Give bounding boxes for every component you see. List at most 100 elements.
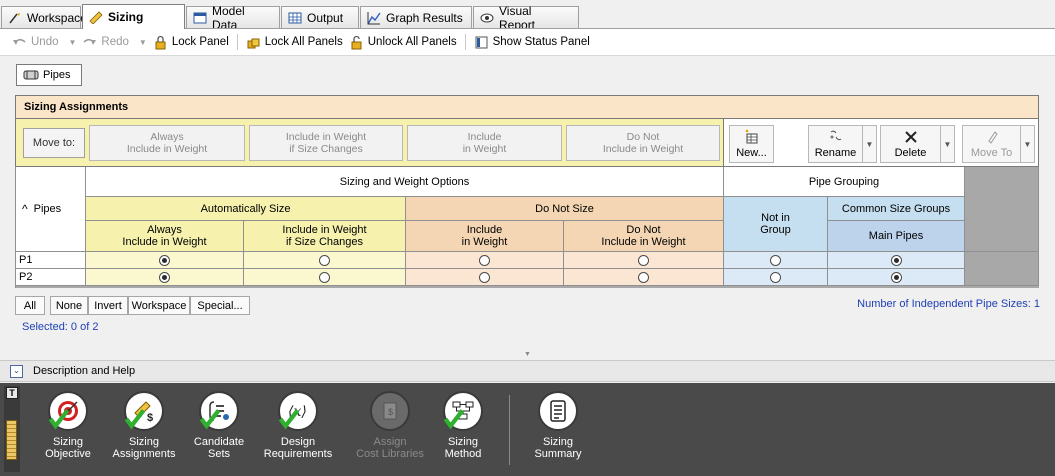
tab-label: Workspace [27,10,87,25]
header-label: Sizing and Weight Options [339,175,470,188]
assign-cost-libraries-button[interactable]: $ Assign Cost Libraries [348,391,432,471]
pipes-column-header[interactable]: ^ Pipes [16,167,86,252]
tab-model-data[interactable]: Model Data [186,4,280,32]
new-label: New... [736,147,767,159]
radio-button[interactable] [319,271,330,283]
delete-dropdown[interactable]: ▼ [941,125,955,163]
table-cell[interactable] [724,252,828,269]
target-icon [48,391,88,431]
undo-dropdown-icon[interactable]: ▼ [69,38,77,47]
col-include-if-changes[interactable]: Include in Weight if Size Changes [244,221,406,252]
radio-button[interactable] [890,254,902,266]
redo-dropdown-icon[interactable]: ▼ [139,38,147,47]
move-include-if-changes-button[interactable]: Include in Weight if Size Changes [249,125,403,161]
rename-group-button[interactable]: Rename [808,125,863,163]
move-to-dropdown[interactable]: ▼ [1021,125,1035,163]
selected-count: Selected: 0 of 2 [22,321,98,333]
tab-graph-results[interactable]: Graph Results [360,6,472,28]
table-cell[interactable] [724,269,828,286]
table-cell[interactable] [86,269,244,286]
radio-button[interactable] [890,271,902,283]
col-always-include[interactable]: Always Include in Weight [86,221,244,252]
tab-workspace[interactable]: Workspace [1,6,87,28]
move-to-group-button[interactable]: Move To [962,125,1021,163]
sizing-method-button[interactable]: Sizing Method [427,391,499,471]
col-line: in Weight [461,236,508,248]
select-none-button[interactable]: None [50,296,88,315]
table-cell[interactable] [406,252,564,269]
delete-group-button[interactable]: Delete [880,125,941,163]
tab-visual-report[interactable]: Visual Report [473,4,579,32]
invert-selection-button[interactable]: Invert [88,296,128,315]
sizing-summary-button[interactable]: Sizing Summary [522,391,594,471]
move-include-in-weight-button[interactable]: Include in Weight [407,125,562,161]
undo-button[interactable]: Undo ▼ [12,35,76,50]
table-cell[interactable] [244,252,406,269]
move-always-include-button[interactable]: Always Include in Weight [89,125,245,161]
table-cell[interactable] [244,269,406,286]
lock-all-icon [247,38,260,48]
not-in-group-header[interactable]: Not in Group [724,197,828,252]
radio-button[interactable] [770,254,781,266]
lock-all-panels-button[interactable]: Lock All Panels [246,35,343,50]
radio-button[interactable] [159,271,170,283]
header-label: Not in Group [760,212,791,236]
rename-dropdown[interactable]: ▼ [863,125,877,163]
ruler-icon [6,420,17,460]
sort-indicator-icon: ^ [22,202,28,216]
col-include-in-weight[interactable]: Include in Weight [406,221,564,252]
radio-button[interactable] [159,254,170,266]
header-label: Do Not Size [535,202,594,215]
col-do-not-include[interactable]: Do Not Include in Weight [564,221,724,252]
table-row-label[interactable]: P1 [16,252,86,269]
table-cell[interactable] [564,269,724,286]
table-cell[interactable] [564,252,724,269]
check-icon [199,409,221,430]
lock-all-label: Lock All Panels [264,36,343,48]
main-pipes-group-header[interactable]: Main Pipes [828,221,965,252]
grid-empty-area [965,167,1039,252]
table-cell[interactable] [86,252,244,269]
tool-label: Method [444,448,482,460]
sizing-assignments-button[interactable]: $ Sizing Assignments [108,391,180,471]
tab-label: Sizing [108,10,144,24]
radio-button[interactable] [770,271,781,283]
splitter[interactable]: ▼ [0,350,1055,358]
radio-button[interactable] [479,254,490,266]
pipes-header-label: Pipes [33,203,62,215]
table-cell[interactable] [828,269,965,286]
lock-panel-button[interactable]: Lock Panel [153,35,229,50]
pin-icon[interactable]: T [6,387,18,399]
unlock-all-label: Unlock All Panels [367,36,457,48]
redo-button[interactable]: Redo ▼ [82,35,147,50]
tool-label: Summary [534,448,582,460]
candidate-sets-button[interactable]: Candidate Sets [183,391,255,471]
sizing-objective-button[interactable]: Sizing Objective [32,391,104,471]
unlock-all-panels-button[interactable]: Unlock All Panels [349,35,457,50]
select-workspace-button[interactable]: Workspace [128,296,190,315]
pipe-grouping-header: Pipe Grouping [724,167,965,197]
tab-sizing[interactable]: Sizing [82,4,185,29]
selected-text: Selected: 0 of 2 [22,321,99,333]
select-special-button[interactable]: Special... [190,296,250,315]
eraser-icon [987,131,998,144]
radio-button[interactable] [319,254,330,266]
expand-chevron-icon[interactable]: ⌄ [10,364,23,378]
move-do-not-include-button[interactable]: Do Not Include in Weight [566,125,720,161]
tab-bar: Workspace Sizing Model Data Output Graph… [0,0,1055,32]
table-cell[interactable] [828,252,965,269]
select-all-button[interactable]: All [15,296,45,315]
pipes-tab[interactable]: Pipes [16,64,82,86]
description-help-bar[interactable]: ⌄ Description and Help [0,360,1055,382]
radio-button[interactable] [638,271,649,283]
table-cell[interactable] [406,269,564,286]
radio-button[interactable] [638,254,649,266]
tab-output[interactable]: Output [281,6,359,28]
show-status-panel-button[interactable]: Show Status Panel [474,35,590,50]
design-requirements-button[interactable]: ⟨x⟩ Design Requirements [258,391,338,471]
table-row-label[interactable]: P2 [16,269,86,286]
tool-label: Requirements [263,448,333,460]
radio-button[interactable] [479,271,490,283]
chevron-down-icon: ▼ [943,139,952,149]
new-group-button[interactable]: New... [729,125,774,163]
